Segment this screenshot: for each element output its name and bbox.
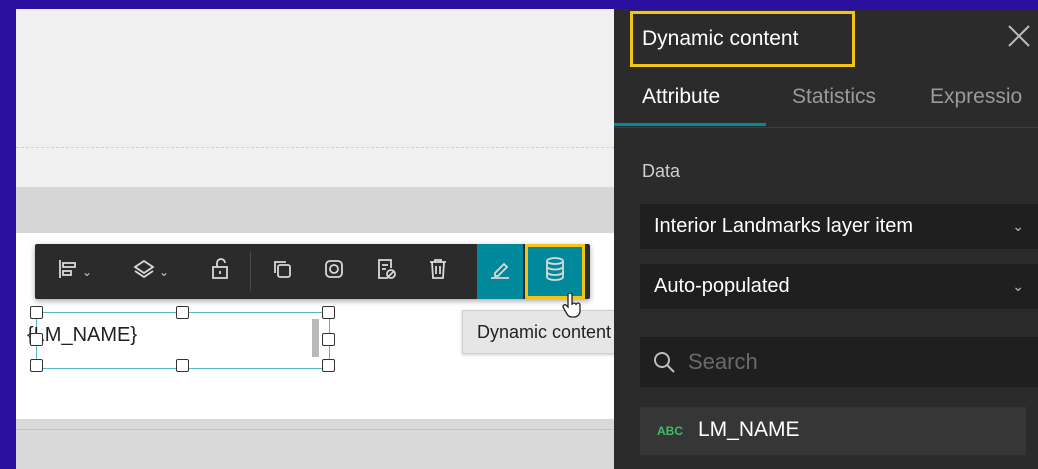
hide-button[interactable] bbox=[365, 244, 407, 299]
data-source-value: Interior Landmarks layer item bbox=[654, 215, 913, 237]
resize-handle-bottom-right[interactable] bbox=[322, 359, 335, 372]
trash-icon bbox=[428, 258, 448, 285]
string-type-badge: ABC bbox=[657, 424, 683, 438]
close-button[interactable] bbox=[1006, 23, 1032, 54]
chevron-down-icon: ⌄ bbox=[1012, 218, 1024, 234]
tab-statistics[interactable]: Statistics bbox=[792, 85, 876, 109]
chevron-down-icon: ⌄ bbox=[158, 264, 170, 279]
canvas-top-area bbox=[16, 9, 614, 187]
search-input[interactable]: Search bbox=[640, 337, 1038, 387]
field-item-lm-name[interactable]: ABC LM_NAME bbox=[640, 407, 1026, 455]
lock-button[interactable] bbox=[197, 244, 243, 299]
resize-handle-top[interactable] bbox=[176, 306, 189, 319]
canvas-guide-line bbox=[16, 147, 614, 148]
delete-button[interactable] bbox=[417, 244, 459, 299]
search-icon bbox=[652, 350, 676, 379]
resize-side-handle[interactable] bbox=[312, 319, 319, 357]
panel-title: Dynamic content bbox=[642, 27, 799, 50]
chevron-down-icon: ⌄ bbox=[81, 264, 93, 279]
resize-handle-left[interactable] bbox=[30, 333, 43, 346]
canvas-bottom-area bbox=[16, 419, 614, 469]
data-source-select[interactable]: Interior Landmarks layer item ⌄ bbox=[640, 204, 1038, 249]
active-tab-indicator bbox=[614, 123, 766, 126]
resize-handle-bottom[interactable] bbox=[176, 359, 189, 372]
align-button[interactable]: ⌄ bbox=[43, 244, 107, 299]
hand-pointer-icon bbox=[561, 292, 583, 324]
arrange-layers-button[interactable]: ⌄ bbox=[119, 244, 183, 299]
close-icon bbox=[1006, 25, 1032, 53]
frame-icon bbox=[324, 259, 344, 284]
edit-document-icon bbox=[376, 258, 396, 285]
tooltip-dynamic-content: Dynamic content bbox=[462, 310, 627, 354]
tab-expression[interactable]: Expressio bbox=[930, 85, 1022, 109]
resize-handle-top-left[interactable] bbox=[30, 306, 43, 319]
resize-handle-bottom-left[interactable] bbox=[30, 359, 43, 372]
canvas-band bbox=[16, 187, 614, 233]
dynamic-content-panel: Dynamic content Attribute Statistics Exp… bbox=[614, 9, 1038, 469]
data-section-label: Data bbox=[642, 161, 681, 181]
population-mode-value: Auto-populated bbox=[654, 275, 790, 297]
dynamic-content-button[interactable] bbox=[525, 244, 585, 299]
canvas-divider bbox=[16, 429, 614, 430]
search-placeholder: Search bbox=[688, 349, 758, 374]
resize-handle-right[interactable] bbox=[322, 333, 335, 346]
layers-icon bbox=[133, 259, 155, 284]
unlock-icon bbox=[211, 258, 229, 285]
tab-attribute[interactable]: Attribute bbox=[642, 85, 720, 109]
panel-tabs: Attribute Statistics Expressio bbox=[614, 71, 1038, 128]
field-name: LM_NAME bbox=[698, 418, 800, 441]
element-toolbar: ⌄ ⌄ bbox=[35, 244, 590, 299]
align-icon bbox=[58, 259, 78, 284]
database-icon bbox=[544, 257, 566, 286]
chevron-down-icon: ⌄ bbox=[1012, 278, 1024, 294]
duplicate-button[interactable] bbox=[261, 244, 303, 299]
population-mode-select[interactable]: Auto-populated ⌄ bbox=[640, 264, 1038, 309]
resize-handle-top-right[interactable] bbox=[322, 306, 335, 319]
app-frame: {LM_NAME} ⌄ ⌄ Dynamic content Dynamic co… bbox=[16, 9, 1038, 469]
text-element-content[interactable]: {LM_NAME} bbox=[27, 324, 137, 347]
duplicate-icon bbox=[272, 259, 292, 284]
toolbar-separator bbox=[250, 252, 251, 291]
edit-text-button[interactable] bbox=[477, 244, 523, 299]
frame-button[interactable] bbox=[313, 244, 355, 299]
pencil-icon bbox=[489, 259, 511, 284]
